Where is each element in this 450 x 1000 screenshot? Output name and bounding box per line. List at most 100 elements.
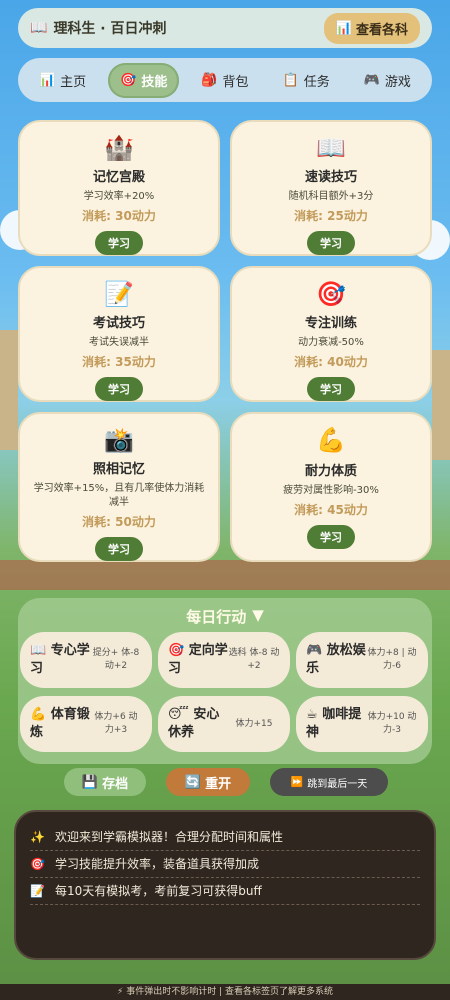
tab-label: 主页 [60, 74, 87, 90]
daily-actions-panel: 每日行动 ▼ 📖 专心学习 提分+ 体-8 动+2 🎯 定向学习 选科 体-8 … [18, 598, 432, 764]
skill-name: 照相记忆 [92, 462, 145, 477]
skill-cost: 消耗: 25动力 [294, 209, 368, 223]
target-icon: 🎯 [168, 643, 185, 658]
skill-cost: 消耗: 40动力 [294, 355, 368, 369]
skill-card-memory-palace: 🏰 记忆宫殿 学习效率+20% 消耗: 30动力 学习 [18, 120, 220, 256]
action-effect: 体力+8 | 动力-6 [367, 648, 417, 671]
skill-description: 疲劳对属性影响-30% [283, 485, 379, 496]
action-name: ☕ 咖啡提神 [306, 707, 362, 740]
fast-forward-icon: ⏩ [290, 776, 304, 788]
tab-label: 背包 [222, 74, 249, 90]
learn-skill-button[interactable]: 学习 [307, 377, 355, 401]
learn-skill-button[interactable]: 学习 [307, 231, 355, 255]
skip-to-last-day-button[interactable]: ⏩ 跳到最后一天 [270, 768, 388, 796]
learn-skill-button[interactable]: 学习 [307, 525, 355, 549]
top-bar: 📖 理科生 · 百日冲刺 📊 查看各科 [18, 8, 432, 48]
gamepad-icon: 🎮 [306, 643, 323, 658]
skill-description: 考试失误减半 [89, 337, 149, 348]
open-book-icon: 📖 [316, 134, 346, 162]
view-subjects-label: 查看各科 [355, 22, 408, 38]
skill-cost: 消耗: 35动力 [82, 355, 156, 369]
log-text: 欢迎来到学霸模拟器！合理分配时间和属性 [54, 830, 283, 844]
target-icon: 🎯 [30, 856, 45, 871]
tab-tasks[interactable]: 📋 任务 [271, 63, 342, 98]
camera-icon: 📸 [104, 426, 134, 454]
log-text: 学习技能提升效率，装备道具获得加成 [54, 857, 259, 871]
save-label: 存档 [102, 776, 129, 792]
message-log[interactable]: ✨ 欢迎来到学霸模拟器！合理分配时间和属性 🎯 学习技能提升效率，装备道具获得加… [14, 810, 436, 960]
skill-description: 学习效率+20% [83, 191, 155, 202]
sparkles-icon: ✨ [30, 829, 45, 844]
tab-backpack[interactable]: 🎒 背包 [189, 63, 260, 98]
action-name: 🎯 定向学习 [168, 643, 228, 676]
view-subjects-button[interactable]: 📊 查看各科 [323, 12, 420, 44]
memo-icon: 📝 [104, 280, 134, 308]
refresh-icon: 🔄 [184, 774, 202, 790]
skill-description: 动力衰减-50% [298, 337, 364, 348]
muscle-icon: 💪 [30, 707, 47, 722]
skill-name: 速读技巧 [304, 170, 357, 185]
tab-label: 技能 [141, 74, 168, 90]
skill-name: 考试技巧 [92, 316, 145, 331]
tab-label: 任务 [303, 74, 330, 90]
daily-actions-title: 每日行动 [186, 608, 247, 626]
skill-name: 记忆宫殿 [92, 170, 145, 185]
memo-icon: 📝 [30, 883, 45, 898]
learn-skill-button[interactable]: 学习 [95, 231, 143, 255]
daily-actions-header[interactable]: 每日行动 ▼ [18, 606, 432, 627]
muscle-icon: 💪 [316, 426, 346, 454]
action-effect: 选科 体-8 动+2 [228, 648, 280, 671]
action-effect: 提分+ 体-8 动+2 [92, 648, 140, 671]
action-coffee[interactable]: ☕ 咖啡提神 体力+10 动力-3 [296, 696, 428, 752]
castle-icon: 🏰 [104, 134, 134, 162]
log-entry: 📝 每10天有模拟考，考前复习可获得buff [30, 878, 420, 905]
chevron-down-icon: ▼ [252, 606, 264, 624]
footer-hint: ⚡ 事件弹出时不影响计时 | 查看各标签页了解更多系统 [0, 984, 450, 1000]
skill-card-endurance: 💪 耐力体质 疲劳对属性影响-30% 消耗: 45动力 学习 [230, 412, 432, 562]
floppy-disk-icon: 💾 [81, 774, 99, 790]
log-entry: ✨ 欢迎来到学霸模拟器！合理分配时间和属性 [30, 824, 420, 851]
action-rest[interactable]: 😴 安心休养 体力+15 [158, 696, 290, 752]
skill-description: 随机科目额外+3分 [288, 191, 374, 202]
log-entry: 🎯 学习技能提升效率，装备道具获得加成 [30, 851, 420, 878]
target-icon: 🎯 [316, 280, 346, 308]
skill-cost: 消耗: 30动力 [82, 209, 156, 223]
book-icon: 📖 [30, 643, 47, 658]
chart-icon: 📊 [335, 20, 352, 36]
skill-cost: 消耗: 50动力 [82, 515, 156, 529]
restart-label: 重开 [205, 776, 232, 792]
tab-skills[interactable]: 🎯 技能 [108, 62, 180, 98]
skill-grid: 🏰 记忆宫殿 学习效率+20% 消耗: 30动力 学习 📖 速读技巧 随机科目额… [18, 120, 432, 562]
save-button[interactable]: 💾 存档 [64, 768, 146, 796]
action-name: 😴 安心休养 [168, 707, 220, 740]
skill-card-focus-training: 🎯 专注训练 动力衰减-50% 消耗: 40动力 学习 [230, 266, 432, 402]
clipboard-icon: 📋 [282, 72, 299, 88]
skill-card-photographic-memory: 📸 照相记忆 学习效率+15%，且有几率使体力消耗减半 消耗: 50动力 学习 [18, 412, 220, 562]
skill-name: 专注训练 [304, 316, 357, 331]
action-focused-study[interactable]: 📖 专心学习 提分+ 体-8 动+2 [20, 632, 152, 688]
game-controls: 💾 存档 🔄 重开 ⏩ 跳到最后一天 [0, 768, 450, 798]
action-effect: 体力+6 动力+3 [94, 712, 138, 735]
skill-cost: 消耗: 45动力 [294, 503, 368, 517]
skill-description: 学习效率+15%，且有几率使体力消耗减半 [33, 483, 205, 508]
skill-name: 耐力体质 [304, 464, 357, 479]
learn-skill-button[interactable]: 学习 [95, 537, 143, 561]
action-targeted-study[interactable]: 🎯 定向学习 选科 体-8 动+2 [158, 632, 290, 688]
tab-home[interactable]: 📊 主页 [27, 63, 98, 98]
gamepad-icon: 🎮 [363, 72, 380, 88]
coffee-icon: ☕ [306, 707, 318, 722]
learn-skill-button[interactable]: 学习 [95, 377, 143, 401]
restart-button[interactable]: 🔄 重开 [166, 768, 250, 796]
action-exercise[interactable]: 💪 体育锻炼 体力+6 动力+3 [20, 696, 152, 752]
backpack-icon: 🎒 [201, 72, 218, 88]
action-effect: 体力+15 [235, 718, 273, 729]
chart-icon: 📊 [38, 72, 56, 88]
target-icon: 🎯 [120, 72, 137, 88]
tab-games[interactable]: 🎮 游戏 [352, 63, 423, 98]
building-decoration [432, 350, 450, 460]
action-name: 💪 体育锻炼 [30, 707, 90, 740]
log-text: 每10天有模拟考，考前复习可获得buff [54, 884, 262, 898]
action-effect: 体力+10 动力-3 [367, 712, 417, 735]
action-relax[interactable]: 🎮 放松娱乐 体力+8 | 动力-6 [296, 632, 428, 688]
tab-label: 游戏 [384, 74, 411, 90]
